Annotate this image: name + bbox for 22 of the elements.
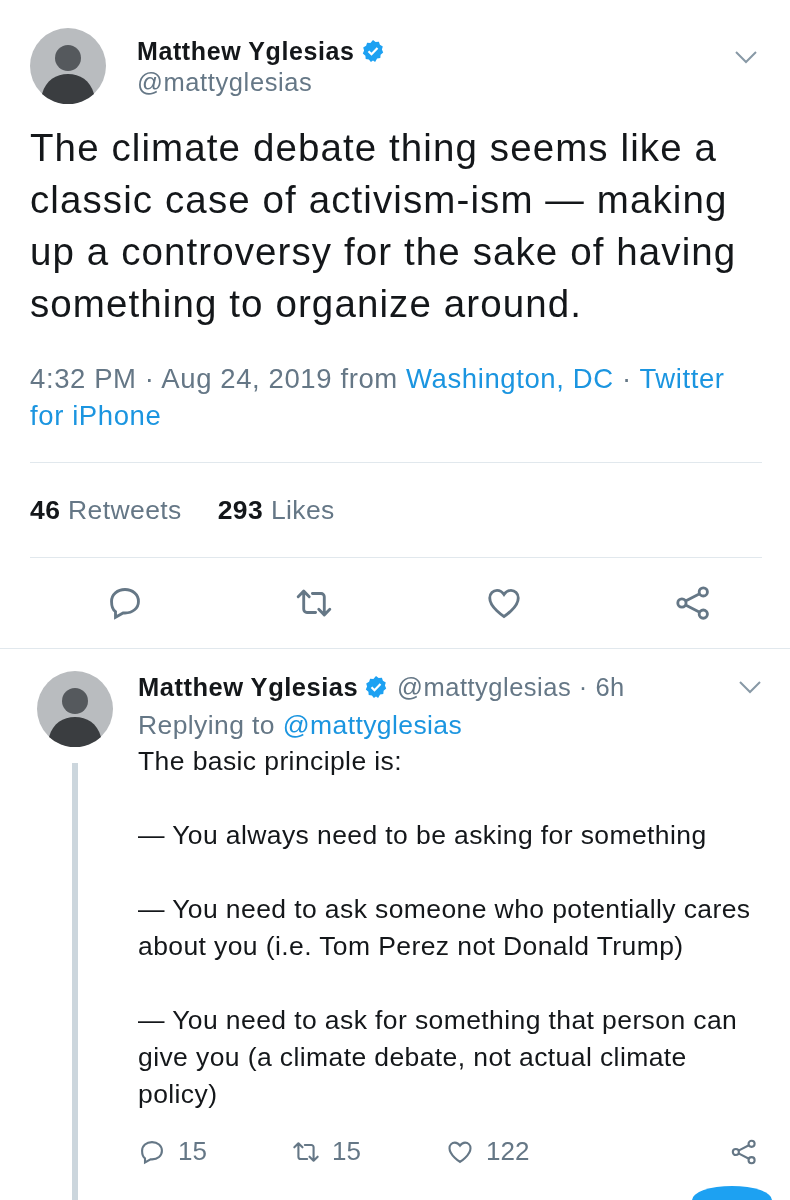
stat-link[interactable]: 46 Retweets bbox=[30, 494, 182, 526]
share-icon[interactable] bbox=[730, 1137, 758, 1166]
like-count: 122 bbox=[486, 1136, 530, 1167]
reply-count: 15 bbox=[178, 1136, 207, 1167]
stat-link[interactable]: 293 Likes bbox=[217, 494, 335, 526]
avatar[interactable] bbox=[37, 671, 113, 747]
reply-paragraph: — You need to ask for something that person can give you (a climate debate, not actual climate policy) bbox=[138, 1004, 739, 1111]
chevron-down-icon[interactable] bbox=[734, 50, 758, 64]
author-handle[interactable]: @mattyglesias · 6h bbox=[397, 671, 738, 703]
tweet-text: The climate debate thing seems like a classic case of activism-ism — making up a controversy for the sake of having something to organize around. bbox=[30, 125, 738, 327]
reply-paragraph: The basic principle is: bbox=[138, 745, 403, 778]
reply-paragraph: — You always need to be asking for something bbox=[138, 819, 708, 852]
share-icon[interactable] bbox=[674, 584, 712, 622]
author-name[interactable]: Matthew Yglesias bbox=[138, 671, 359, 703]
author-handle[interactable]: @mattyglesias bbox=[137, 66, 313, 98]
author-name[interactable]: Matthew Yglesias bbox=[137, 37, 355, 65]
avatar[interactable] bbox=[30, 28, 106, 104]
chevron-down-icon[interactable] bbox=[738, 680, 762, 694]
reply-paragraph: — You need to ask someone who potentially cares about you (i.e. Tom Perez not Donald Trump) bbox=[138, 893, 752, 963]
replying-to-text: Replying to @mattyglesias bbox=[138, 709, 464, 742]
tweet-meta: 4:32 PM · Aug 24, 2019 from Washington, DC · Twitter for iPhone bbox=[30, 362, 726, 433]
retweet-count: 15 bbox=[332, 1136, 361, 1167]
